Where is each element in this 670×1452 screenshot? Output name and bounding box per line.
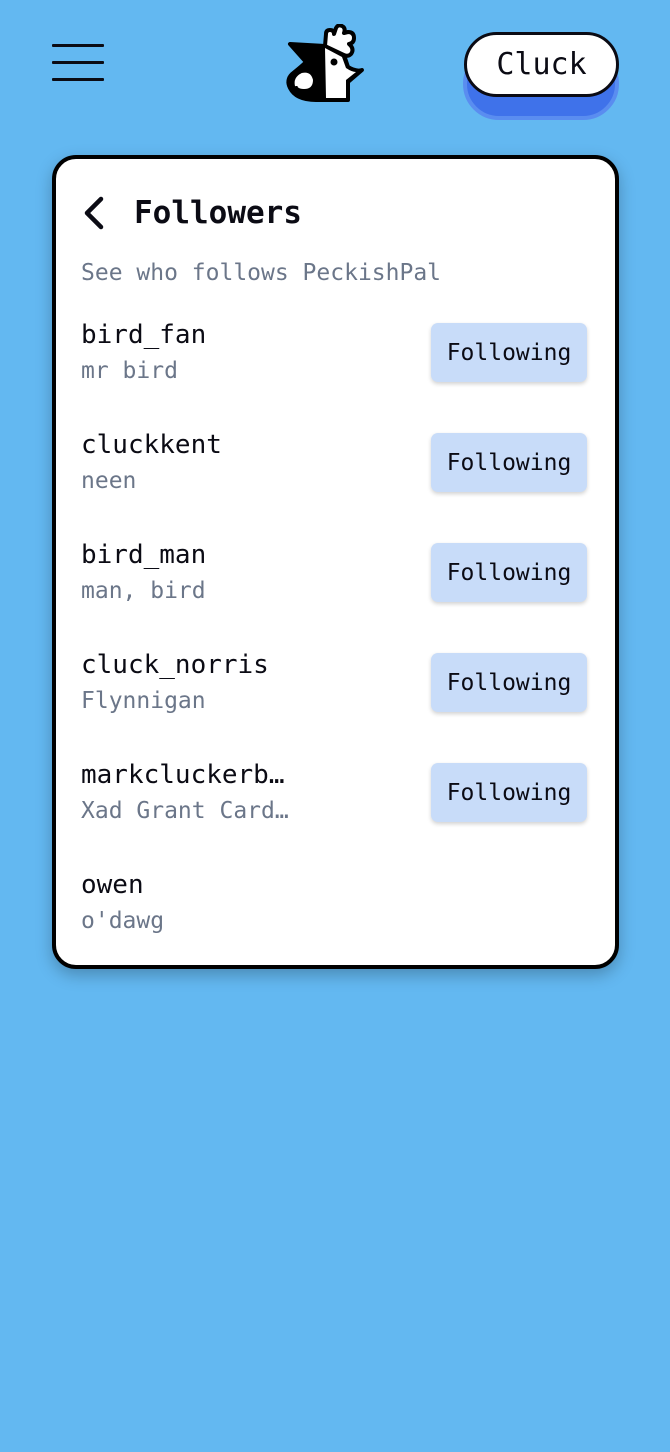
top-bar: Cluck xyxy=(0,0,670,130)
follower-username[interactable]: bird_man xyxy=(81,540,206,570)
chevron-left-icon[interactable] xyxy=(82,193,112,233)
follower-username[interactable]: cluck_norris xyxy=(81,650,269,680)
cluck-button[interactable]: Cluck xyxy=(464,32,619,97)
follower-display-name: o'dawg xyxy=(81,908,165,934)
chicken-logo-icon[interactable] xyxy=(282,23,366,106)
following-button[interactable]: Following xyxy=(431,543,587,602)
list-item[interactable]: owen o'dawg xyxy=(81,866,587,976)
list-item[interactable]: cluck_norris Flynnigan Following xyxy=(81,646,587,756)
followers-list: bird_fan mr bird Following cluckkent nee… xyxy=(81,316,587,976)
list-item[interactable]: cluckkent neen Following xyxy=(81,426,587,536)
follower-display-name: Xad Grant Card… xyxy=(81,798,289,824)
page-subtitle: See who follows PeckishPal xyxy=(81,260,442,286)
page-title: Followers xyxy=(134,195,302,231)
follower-display-name: neen xyxy=(81,468,137,494)
following-button[interactable]: Following xyxy=(431,763,587,822)
followers-card: Followers See who follows PeckishPal bir… xyxy=(52,155,619,969)
list-item[interactable]: markcluckerb… Xad Grant Card… Following xyxy=(81,756,587,866)
hamburger-menu-icon[interactable] xyxy=(52,44,104,82)
follower-display-name: man, bird xyxy=(81,578,206,604)
list-item[interactable]: bird_man man, bird Following xyxy=(81,536,587,646)
following-button[interactable]: Following xyxy=(431,323,587,382)
follower-username[interactable]: cluckkent xyxy=(81,430,222,460)
following-button[interactable]: Following xyxy=(431,653,587,712)
follower-display-name: Flynnigan xyxy=(81,688,206,714)
follower-display-name: mr bird xyxy=(81,358,178,384)
card-header: Followers xyxy=(82,193,302,233)
follower-username[interactable]: bird_fan xyxy=(81,320,206,350)
follower-username[interactable]: markcluckerb… xyxy=(81,760,285,790)
list-item[interactable]: bird_fan mr bird Following xyxy=(81,316,587,426)
cluck-button-container: Cluck xyxy=(463,32,619,122)
follower-username[interactable]: owen xyxy=(81,870,144,900)
following-button[interactable]: Following xyxy=(431,433,587,492)
